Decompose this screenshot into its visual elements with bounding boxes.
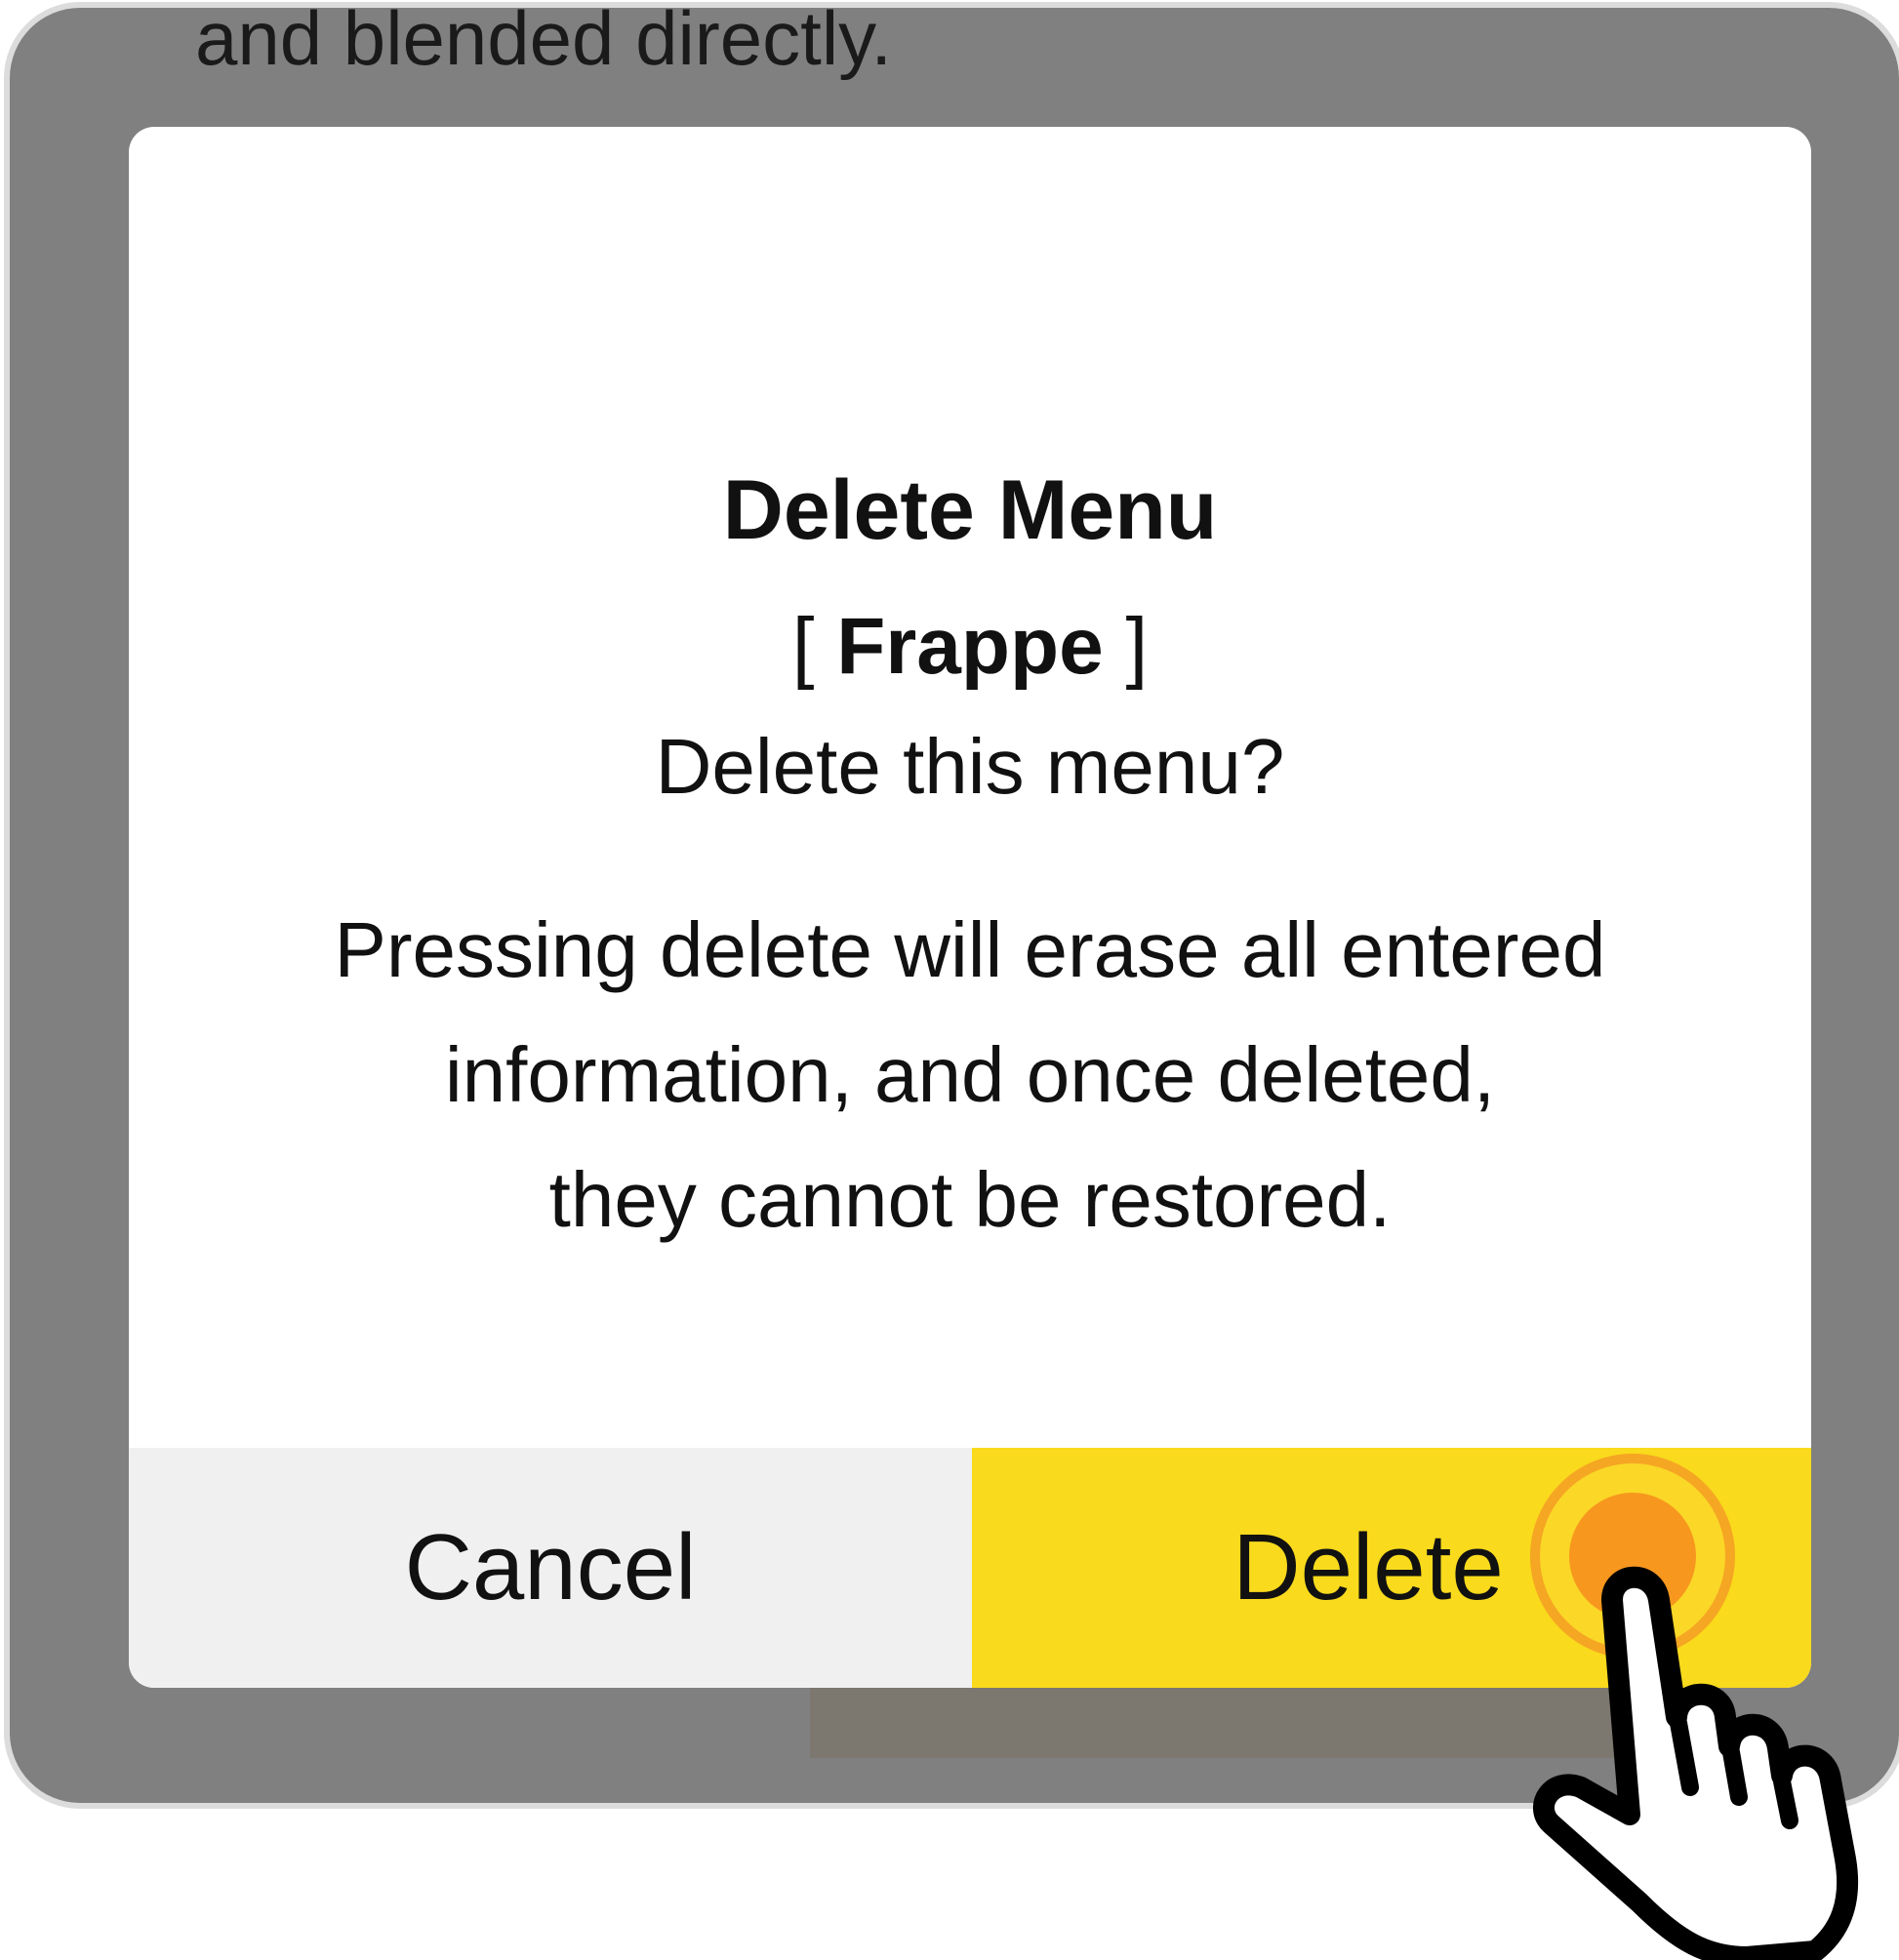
delete-menu-dialog: Delete Menu [ Frappe ] Delete this menu?…	[129, 127, 1811, 1688]
warning-line: information, and once deleted,	[444, 1031, 1496, 1118]
delete-question: Delete this menu?	[655, 723, 1285, 810]
warning-line: Pressing delete will erase all entered	[334, 906, 1606, 993]
background-text: and blended directly.	[195, 8, 893, 81]
pointing-hand-icon	[1533, 1566, 1859, 1960]
item-name-row: [ Frappe ]	[129, 599, 1811, 695]
bracket-open: [	[791, 602, 837, 691]
dialog-title: Delete Menu	[722, 463, 1218, 557]
cancel-button[interactable]: Cancel	[129, 1448, 972, 1688]
warning-message: Pressing delete will erase all entered i…	[187, 888, 1753, 1262]
bracket-close: ]	[1103, 602, 1149, 691]
warning-line: they cannot be restored.	[548, 1156, 1392, 1243]
delete-button-label: Delete	[1232, 1515, 1504, 1620]
menu-item-name: Frappe	[836, 602, 1104, 691]
cancel-button-label: Cancel	[404, 1515, 697, 1620]
